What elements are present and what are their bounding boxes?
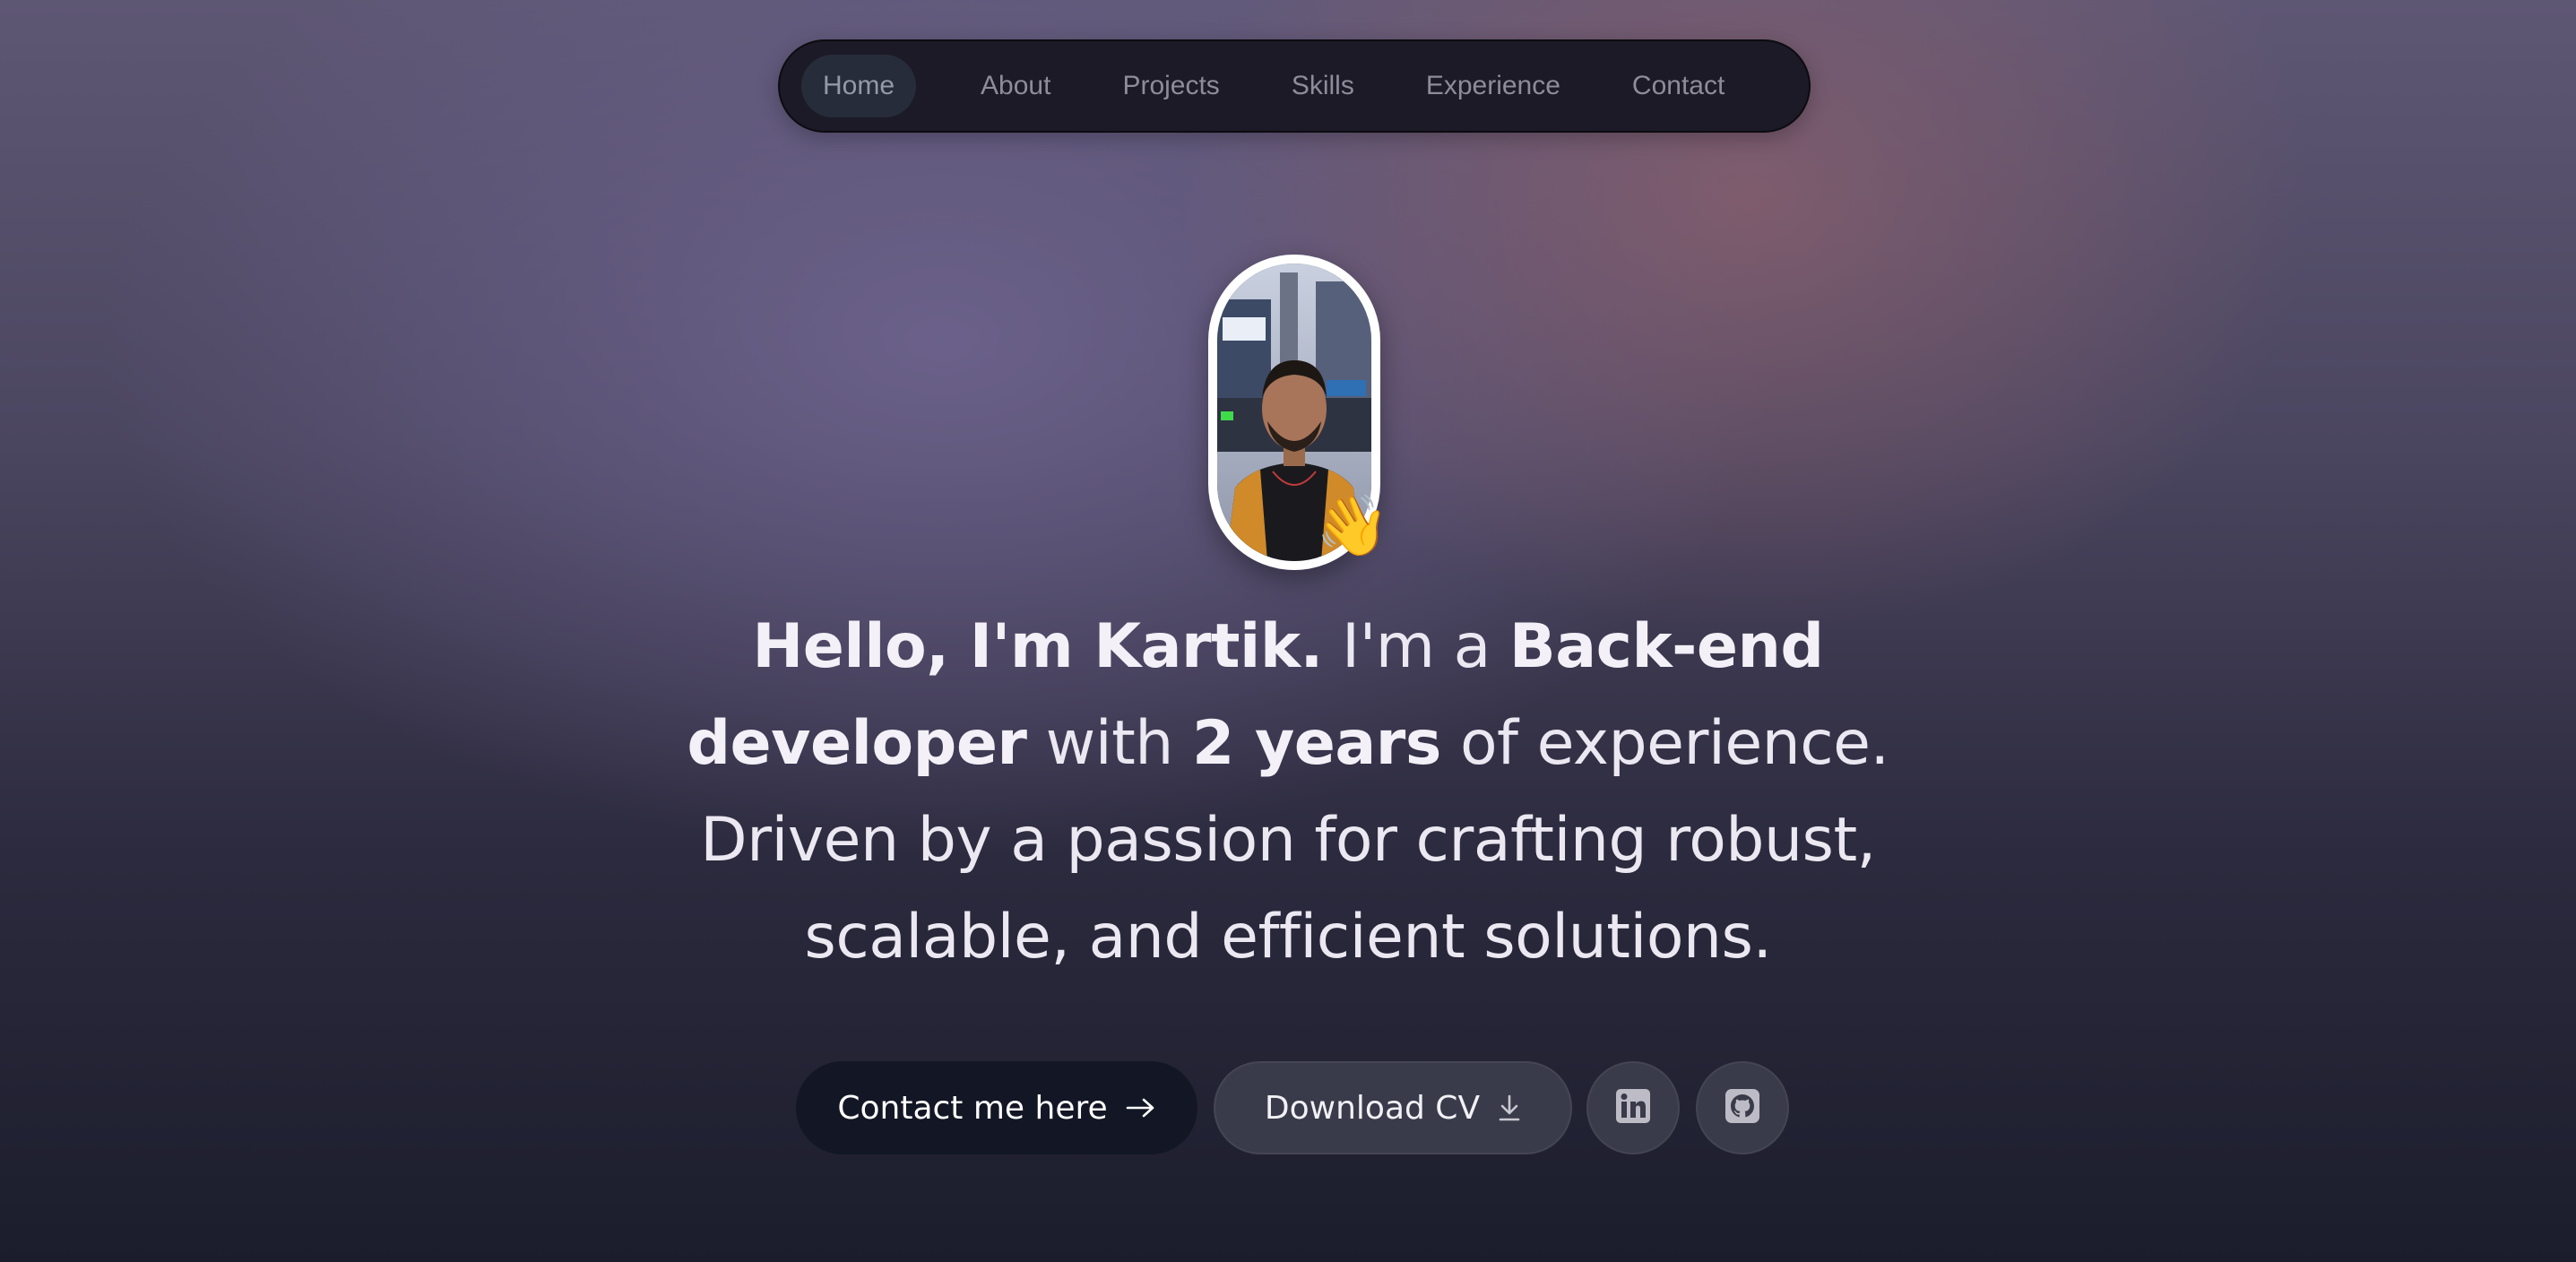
nav-item-projects[interactable]: Projects <box>1101 55 1240 117</box>
hero-headline: Hello, I'm Kartik. I'm a Back-end develo… <box>583 599 1993 986</box>
hero-years: 2 years <box>1191 708 1441 779</box>
github-icon <box>1725 1089 1759 1127</box>
arrow-right-icon <box>1126 1097 1156 1119</box>
contact-button[interactable]: Contact me here <box>796 1061 1197 1154</box>
linkedin-icon <box>1616 1089 1650 1127</box>
linkedin-button[interactable] <box>1586 1061 1680 1154</box>
nav-item-skills[interactable]: Skills <box>1270 55 1376 117</box>
nav-item-home[interactable]: Home <box>801 55 917 117</box>
nav-item-contact[interactable]: Contact <box>1611 55 1746 117</box>
hero-role-prefix: I'm a <box>1322 611 1509 682</box>
top-nav: Home About Projects Skills Experience Co… <box>778 39 1811 133</box>
waving-hand-icon: 👋 <box>1316 491 1390 560</box>
download-cv-button[interactable]: Download CV <box>1214 1061 1572 1154</box>
nav-item-experience[interactable]: Experience <box>1405 55 1582 117</box>
github-button[interactable] <box>1696 1061 1789 1154</box>
hero-intro: Hello, I'm Kartik. <box>752 611 1323 682</box>
download-cv-label: Download CV <box>1264 1089 1481 1127</box>
contact-button-label: Contact me here <box>837 1089 1108 1127</box>
download-icon <box>1498 1094 1521 1121</box>
nav-item-about[interactable]: About <box>959 55 1072 117</box>
hero-line2-prefix: with <box>1026 708 1192 779</box>
